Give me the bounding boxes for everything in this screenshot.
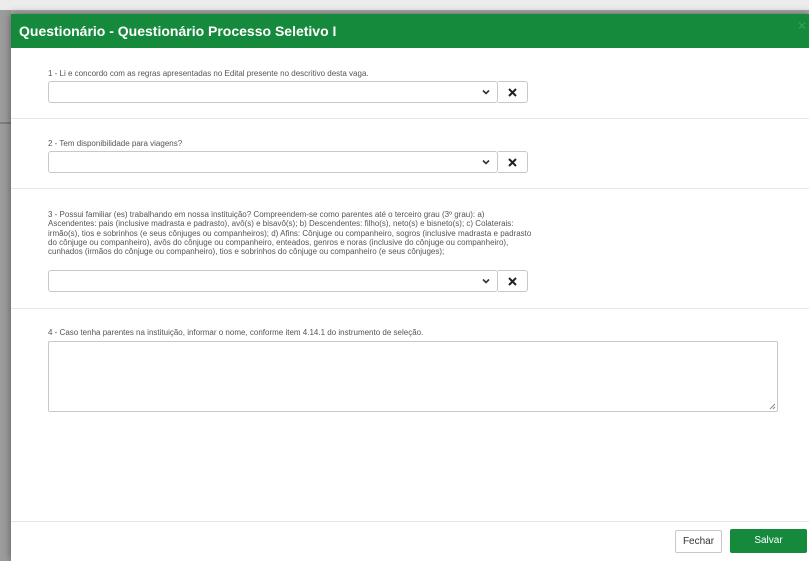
question-1: 1 - Li e concordo com as regras apresent… [48,69,778,103]
resize-grip-icon[interactable] [769,403,776,410]
backdrop-edge [0,10,11,561]
x-icon [508,88,517,97]
save-button[interactable]: Salvar [730,529,807,553]
question-4-label: 4 - Caso tenha parentes na instituição, … [48,328,424,337]
question-2-select[interactable] [48,151,498,173]
question-1-label: 1 - Li e concordo com as regras apresent… [48,69,369,78]
chevron-down-icon [482,278,490,284]
chevron-down-icon [482,89,490,95]
backdrop-top [0,0,809,10]
close-button[interactable]: Fechar [675,530,722,553]
questionnaire-modal: Questionário - Questionário Processo Sel… [11,14,809,561]
footer-divider [11,521,809,522]
x-icon [508,277,517,286]
question-1-clear-button[interactable] [498,81,528,103]
question-2-label: 2 - Tem disponibilidade para viagens? [48,139,183,148]
question-2-clear-button[interactable] [498,151,528,173]
modal-title: Questionário - Questionário Processo Sel… [19,23,337,39]
question-3-clear-button[interactable] [498,270,528,292]
close-icon[interactable]: ✕ [797,19,807,33]
divider [11,118,809,119]
question-3-select[interactable] [48,270,498,292]
backdrop-line [0,122,11,124]
divider [11,188,809,189]
question-4-textarea[interactable] [48,341,778,412]
question-3: 3 - Possui familiar (es) trabalhando em … [48,210,778,292]
chevron-down-icon [482,159,490,165]
question-4: 4 - Caso tenha parentes na instituição, … [48,328,778,337]
question-2: 2 - Tem disponibilidade para viagens? [48,139,778,173]
question-3-label: 3 - Possui familiar (es) trabalhando em … [48,210,532,257]
modal-header: Questionário - Questionário Processo Sel… [11,14,809,48]
x-icon [508,158,517,167]
divider [11,308,809,309]
question-1-select[interactable] [48,81,498,103]
